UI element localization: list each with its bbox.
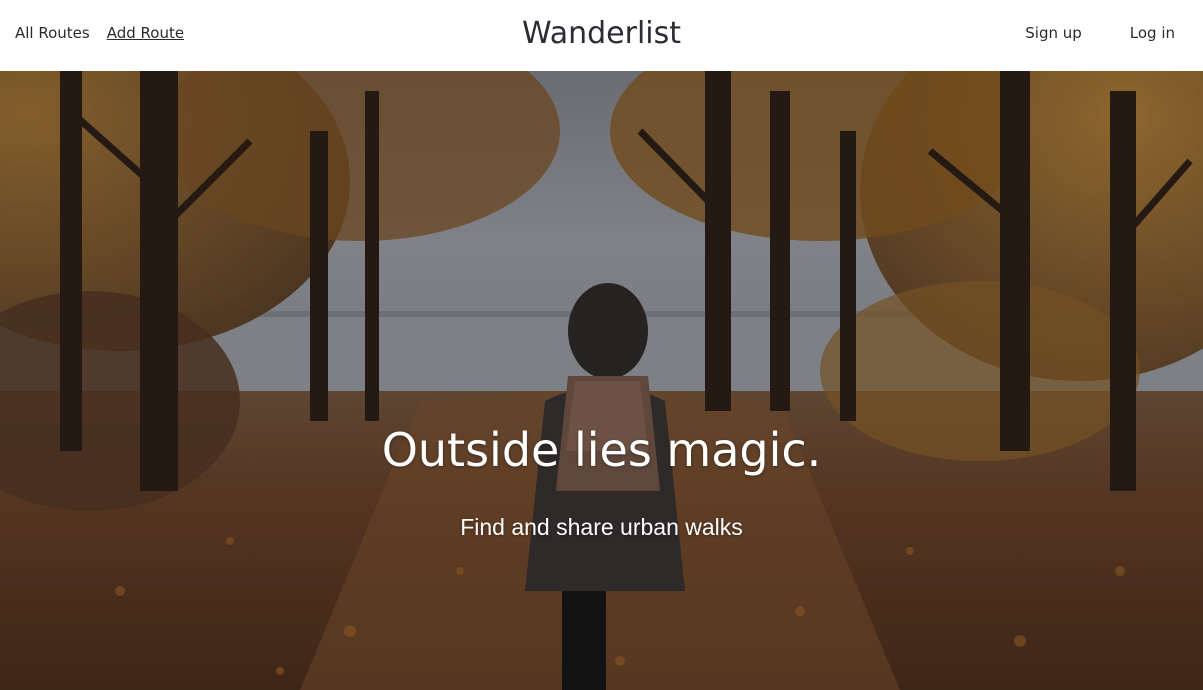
sign-up-link[interactable]: Sign up: [1025, 22, 1082, 44]
navbar: All Routes Add Route Wanderlist Sign up …: [0, 0, 1203, 71]
nav-left: All Routes Add Route: [15, 22, 184, 44]
nav-add-route-link[interactable]: Add Route: [107, 22, 184, 44]
brand-logo[interactable]: Wanderlist: [522, 16, 681, 51]
log-in-link[interactable]: Log in: [1130, 22, 1175, 44]
hero-section: Outside lies magic. Find and share urban…: [0, 71, 1203, 690]
nav-all-routes-link[interactable]: All Routes: [15, 22, 90, 44]
hero-subtitle: Find and share urban walks: [460, 514, 743, 540]
nav-right: Sign up Log in: [1025, 22, 1175, 44]
hero-title: Outside lies magic.: [381, 423, 822, 477]
hero-overlay: [0, 71, 1203, 690]
